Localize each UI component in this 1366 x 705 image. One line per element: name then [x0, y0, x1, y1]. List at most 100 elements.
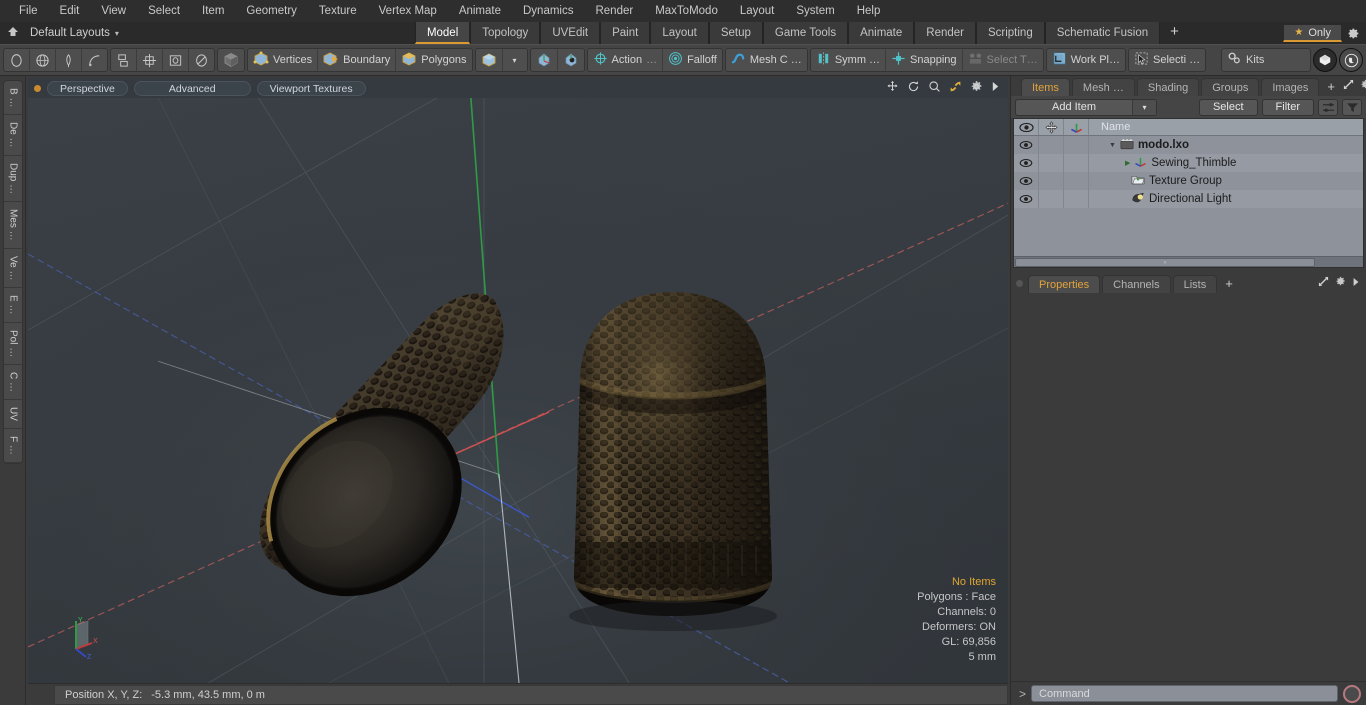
modo-logo-icon[interactable]: [1313, 48, 1337, 72]
viewport-perspective-button[interactable]: Perspective: [47, 80, 128, 96]
select-button[interactable]: Select: [1198, 98, 1258, 116]
expander-icon[interactable]: ▼: [1109, 142, 1116, 149]
tab-mesh-ops[interactable]: Mesh …: [1071, 78, 1135, 96]
menu-item-edit[interactable]: Edit: [49, 0, 91, 22]
axis-a-icon[interactable]: [531, 49, 558, 71]
menu-item-select[interactable]: Select: [137, 0, 191, 22]
select-vertices-button[interactable]: Vertices: [248, 49, 319, 71]
left-tab-curve[interactable]: C …: [3, 365, 22, 400]
menu-item-animate[interactable]: Animate: [448, 0, 512, 22]
select-boundary-button[interactable]: Boundary: [318, 49, 397, 71]
item-tree[interactable]: Name ▼ modo.lxo ▶ Sewing_Thimble Texture…: [1013, 118, 1364, 268]
arrow-right-icon[interactable]: [1352, 277, 1360, 290]
mesh-constraint-button[interactable]: Mesh C …: [726, 49, 807, 71]
left-tab-mesh[interactable]: Mes …: [3, 202, 22, 249]
select-through-button[interactable]: Select T…: [963, 49, 1043, 71]
tab-channels[interactable]: Channels: [1102, 275, 1171, 293]
table-row[interactable]: ▼ modo.lxo: [1014, 136, 1363, 154]
gear-icon[interactable]: [970, 80, 983, 96]
falloff-button[interactable]: Falloff: [663, 49, 722, 71]
row-axis-cell[interactable]: [1064, 190, 1089, 208]
cube-icon[interactable]: [218, 49, 244, 71]
add-item-dropdown[interactable]: ▾: [1132, 99, 1156, 115]
arrow-right-icon[interactable]: [991, 81, 1000, 95]
tab-uvedit[interactable]: UVEdit: [540, 22, 601, 44]
axis-gizmo[interactable]: Y X Z: [62, 611, 122, 661]
tab-scripting[interactable]: Scripting: [975, 22, 1045, 44]
row-visibility-eye-icon[interactable]: [1014, 172, 1039, 190]
viewport-textures-button[interactable]: Viewport Textures: [256, 80, 366, 96]
record-icon[interactable]: [1343, 684, 1361, 703]
action-center-button[interactable]: Action …: [588, 49, 664, 71]
row-move-cell[interactable]: [1039, 136, 1064, 154]
add-panel-tab-button[interactable]: +: [1321, 78, 1341, 96]
left-tab-uv[interactable]: UV: [3, 400, 22, 429]
zoom-icon[interactable]: [928, 80, 941, 96]
menu-item-render[interactable]: Render: [584, 0, 644, 22]
tab-groups[interactable]: Groups: [1201, 78, 1260, 96]
square-icon[interactable]: [163, 49, 189, 71]
menu-item-help[interactable]: Help: [846, 0, 892, 22]
add-item-control[interactable]: Add Item ▾: [1015, 98, 1157, 116]
menu-item-dynamics[interactable]: Dynamics: [512, 0, 584, 22]
kits-button[interactable]: Kits: [1222, 49, 1310, 71]
gear-icon[interactable]: [1335, 276, 1346, 290]
rotate-icon[interactable]: [907, 80, 920, 96]
unreal-logo-icon[interactable]: [1339, 48, 1363, 72]
curve-icon[interactable]: [82, 49, 107, 71]
menu-item-layout[interactable]: Layout: [729, 0, 786, 22]
funnel-icon[interactable]: [1342, 98, 1362, 116]
gear-icon[interactable]: [1344, 24, 1362, 42]
snapping-button[interactable]: Snapping: [886, 49, 963, 71]
tab-lists[interactable]: Lists: [1172, 275, 1218, 293]
pen-icon[interactable]: [56, 49, 82, 71]
menu-item-texture[interactable]: Texture: [308, 0, 368, 22]
tab-paint[interactable]: Paint: [600, 22, 651, 44]
tab-schematic-fusion[interactable]: Schematic Fusion: [1044, 22, 1161, 44]
tab-animate[interactable]: Animate: [848, 22, 915, 44]
select-polygons-button[interactable]: Polygons: [396, 49, 471, 71]
tree-item-name-cell[interactable]: Texture Group: [1089, 172, 1363, 190]
tab-render[interactable]: Render: [914, 22, 976, 44]
tab-shading[interactable]: Shading: [1136, 78, 1200, 96]
table-row[interactable]: ▶ Sewing_Thimble: [1014, 154, 1363, 172]
menu-item-system[interactable]: System: [785, 0, 845, 22]
selection-set-button[interactable]: Selecti …: [1129, 49, 1205, 71]
gear-icon[interactable]: [1360, 79, 1366, 93]
tab-properties[interactable]: Properties: [1028, 275, 1101, 293]
split-icon[interactable]: [111, 49, 137, 71]
tree-item-name-cell[interactable]: Directional Light: [1089, 190, 1363, 208]
pan-icon[interactable]: [886, 80, 899, 96]
mesh-dropdown-caret[interactable]: ▾: [503, 49, 527, 71]
left-tab-vertex[interactable]: Ve …: [3, 249, 22, 289]
tree-item-name-cell[interactable]: ▶ Sewing_Thimble: [1089, 154, 1363, 172]
circle-icon[interactable]: [4, 49, 30, 71]
left-tab-duplicate[interactable]: Dup …: [3, 156, 22, 203]
tab-items[interactable]: Items: [1021, 78, 1070, 96]
menu-item-item[interactable]: Item: [191, 0, 235, 22]
work-plane-button[interactable]: Work Pl…: [1047, 49, 1125, 71]
cube-blue-icon[interactable]: [476, 49, 503, 71]
chevron-down-icon[interactable]: ▾: [115, 29, 119, 38]
layout-name[interactable]: Default Layouts: [26, 27, 110, 39]
tab-images[interactable]: Images: [1261, 78, 1320, 96]
tab-topology[interactable]: Topology: [470, 22, 541, 44]
table-row[interactable]: Directional Light: [1014, 190, 1363, 208]
only-toggle-button[interactable]: ★ Only: [1283, 24, 1342, 42]
axis-b-icon[interactable]: [558, 49, 584, 71]
3d-viewport[interactable]: No Items Polygons : Face Channels: 0 Def…: [28, 98, 1008, 683]
left-tab-deform[interactable]: De …: [3, 115, 22, 157]
symmetry-button[interactable]: Symm …: [811, 49, 887, 71]
expander-icon[interactable]: ▶: [1125, 159, 1130, 167]
expand-icon[interactable]: [1318, 276, 1329, 290]
menu-item-maxtomodo[interactable]: MaxToModo: [644, 0, 729, 22]
ellipse-icon[interactable]: [189, 49, 214, 71]
tree-item-name-cell[interactable]: ▼ modo.lxo: [1089, 136, 1363, 154]
row-move-cell[interactable]: [1039, 190, 1064, 208]
menu-item-vertex-map[interactable]: Vertex Map: [368, 0, 448, 22]
viewport-advanced-button[interactable]: Advanced: [133, 80, 251, 96]
add-tab-button[interactable]: +: [1160, 22, 1189, 44]
row-visibility-eye-icon[interactable]: [1014, 136, 1039, 154]
tab-model[interactable]: Model: [414, 22, 471, 44]
row-axis-cell[interactable]: [1064, 172, 1089, 190]
